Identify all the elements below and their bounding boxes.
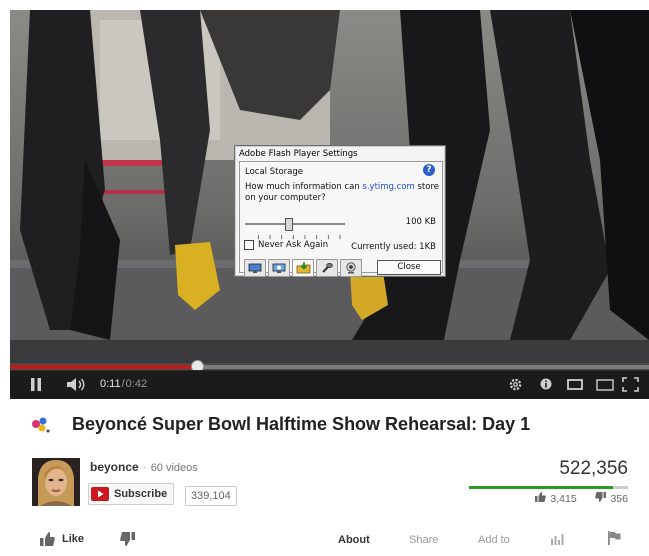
time-display: 0:11/0:42	[100, 378, 148, 390]
rating-counts: 3,415 356	[469, 492, 628, 505]
action-bar: Like About Share Add to	[30, 528, 649, 556]
annotations-button[interactable]	[540, 378, 552, 393]
settings-tabs	[244, 259, 364, 277]
video-title: Beyoncé Super Bowl Halftime Show Rehears…	[72, 414, 531, 434]
close-button[interactable]: Close	[377, 260, 441, 275]
never-ask-checkbox[interactable]: Never Ask Again	[244, 240, 328, 250]
fullscreen-icon	[622, 377, 639, 392]
storage-question: How much information can s.ytimg.com sto…	[245, 182, 439, 203]
like-label: Like	[62, 533, 85, 545]
like-ratio-fill	[469, 486, 614, 489]
tab-share[interactable]: Share	[409, 534, 438, 546]
volume-button[interactable]	[67, 378, 87, 394]
large-player-icon	[596, 379, 614, 391]
stats-button[interactable]	[550, 533, 564, 545]
local-storage-panel: Local Storage ? How much information can…	[239, 161, 443, 277]
fullscreen-button[interactable]	[622, 377, 639, 395]
duration: 0:42	[125, 378, 148, 390]
monitor-display-icon	[272, 263, 286, 273]
camera-tab[interactable]	[340, 259, 362, 277]
small-player-icon	[567, 379, 583, 390]
webcam-icon	[346, 262, 356, 274]
slider-track	[245, 223, 345, 225]
tab-add-to[interactable]: Add to	[478, 534, 510, 546]
separator-dot: ·	[142, 460, 147, 474]
flag-icon	[608, 531, 621, 545]
local-storage-tab[interactable]	[292, 259, 314, 277]
monitor-privacy-icon	[248, 263, 262, 273]
pause-button[interactable]	[30, 378, 42, 394]
video-count[interactable]: 60 videos	[151, 462, 198, 474]
subscribe-button[interactable]: Subscribe	[88, 483, 175, 505]
like-count: 3,415	[550, 493, 577, 505]
microphone-tab[interactable]	[316, 259, 338, 277]
video-progress-bar[interactable]	[10, 360, 649, 373]
thumbs-down-icon	[120, 532, 135, 546]
large-player-button[interactable]	[596, 379, 614, 394]
music-note-badge-icon	[32, 417, 50, 432]
progress-played	[10, 365, 195, 369]
panel-heading: Local Storage	[245, 167, 303, 177]
like-button[interactable]: Like	[40, 532, 84, 546]
microphone-icon	[322, 262, 333, 273]
video-player[interactable]: Adobe Flash Player Settings Local Storag…	[10, 10, 649, 370]
channel-info: beyonce · 60 videos	[90, 460, 198, 474]
dislike-count: 356	[610, 493, 628, 505]
report-button[interactable]	[608, 531, 621, 545]
folder-download-icon	[296, 262, 310, 274]
volume-icon	[67, 378, 85, 391]
channel-avatar-image	[32, 458, 80, 506]
youtube-logo-icon	[89, 484, 111, 504]
avatar[interactable]	[32, 458, 80, 506]
small-player-button[interactable]	[567, 379, 583, 393]
dialog-title: Adobe Flash Player Settings	[239, 149, 358, 159]
subscriber-count: 339,104	[185, 486, 237, 506]
stats-icon	[551, 534, 564, 545]
checkbox[interactable]	[244, 240, 254, 250]
annotations-icon	[540, 378, 552, 390]
slider-thumb[interactable]	[285, 218, 293, 231]
title-row: Beyoncé Super Bowl Halftime Show Rehears…	[30, 414, 530, 435]
thumbs-down-icon	[594, 492, 606, 502]
tab-about[interactable]: About	[338, 534, 370, 546]
privacy-tab[interactable]	[244, 259, 266, 277]
display-tab[interactable]	[268, 259, 290, 277]
dislike-button[interactable]	[120, 532, 135, 546]
pause-icon	[31, 378, 41, 391]
like-ratio-bar	[469, 486, 628, 489]
storage-slider[interactable]	[245, 218, 345, 231]
host-link: s.ytimg.com	[362, 182, 415, 192]
channel-name[interactable]: beyonce	[90, 460, 139, 474]
never-ask-label: Never Ask Again	[258, 240, 329, 250]
current-time: 0:11	[100, 378, 121, 390]
help-icon[interactable]: ?	[423, 164, 435, 176]
settings-button[interactable]	[508, 377, 523, 395]
thumbs-up-icon	[40, 532, 55, 546]
player-controls: 0:11/0:42	[10, 370, 649, 399]
storage-limit: 100 KB	[405, 217, 436, 227]
settings-gear-icon	[509, 378, 522, 391]
currently-used: Currently used: 1KB	[351, 242, 436, 252]
view-count: 522,356	[559, 458, 628, 479]
flash-settings-dialog: Adobe Flash Player Settings Local Storag…	[234, 145, 446, 277]
progress-loaded	[195, 365, 649, 369]
thumbs-up-icon	[534, 492, 546, 502]
subscribe-label: Subscribe	[114, 488, 168, 500]
